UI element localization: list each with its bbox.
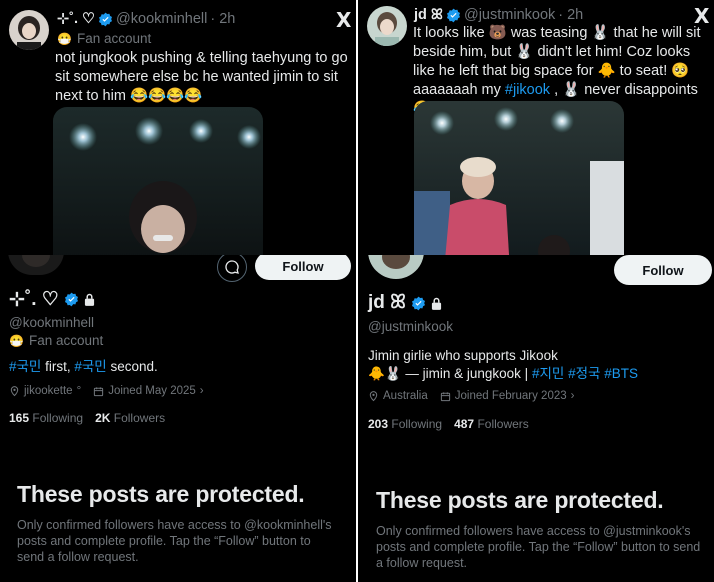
verified-badge-icon xyxy=(411,296,425,310)
hashtag-jikook[interactable]: #jikook xyxy=(505,82,550,98)
profile-bio-line1: Jimin girlie who supports Jikook xyxy=(368,348,558,363)
profile-meta: jikookette ° Joined May 2025 › xyxy=(9,385,204,397)
panel-divider xyxy=(356,0,358,582)
fan-account-label: 😷 Fan account xyxy=(9,333,104,348)
avatar[interactable] xyxy=(9,10,49,50)
location: Australia xyxy=(368,390,428,402)
tweet-header: jd ꕤ @justminkook · 2h xyxy=(414,7,583,23)
tweet-justminkook: jd ꕤ @justminkook · 2h X It looks like 🐻… xyxy=(358,0,714,255)
profile-justminkook: Follow jd ꕤ @justminkook Jimin girlie wh… xyxy=(358,255,714,582)
lock-icon xyxy=(431,297,442,310)
follow-stats: 165 Following 2K Followers xyxy=(9,411,165,425)
protected-body: Only confirmed followers have access to … xyxy=(17,518,332,564)
joined-date[interactable]: Joined February 2023 › xyxy=(440,390,575,402)
tweet-text: not jungkook pushing & telling taehyung … xyxy=(55,50,348,104)
timestamp[interactable]: · 2h xyxy=(558,7,583,23)
profile-bio: #국민 first, #국민 second. xyxy=(9,359,158,374)
verified-badge-icon xyxy=(446,8,460,22)
followers-count[interactable]: 2K Followers xyxy=(95,411,165,425)
handle[interactable]: @justminkook xyxy=(464,7,555,23)
profile-handle: @justminkook xyxy=(368,319,453,334)
tweet-header: ⊹˚. ♡ @kookminhell · 2h xyxy=(57,11,235,27)
following-count[interactable]: 203 Following xyxy=(368,417,442,431)
tweet-kookminhell: ⊹˚. ♡ @kookminhell · 2h X 😷 Fan account … xyxy=(0,0,356,255)
profile-name: ⊹˚. ♡ xyxy=(9,288,95,311)
calendar-icon xyxy=(440,391,450,401)
protected-heading: These posts are protected. xyxy=(376,487,664,513)
hashtag[interactable]: #국민 xyxy=(74,359,106,374)
chevron-right-icon: › xyxy=(199,385,204,397)
follow-stats: 203 Following 487 Followers xyxy=(368,417,529,431)
display-name[interactable]: ⊹˚. ♡ xyxy=(57,11,95,27)
display-name[interactable]: jd ꕤ xyxy=(414,7,443,23)
chevron-right-icon: › xyxy=(570,390,575,402)
profile-handle: @kookminhell xyxy=(9,315,94,330)
protected-body: Only confirmed followers have access to … xyxy=(376,524,701,570)
calendar-icon xyxy=(94,386,104,396)
message-bubble-icon xyxy=(225,260,239,274)
x-logo-icon: X xyxy=(336,8,352,32)
tweet-video[interactable] xyxy=(53,107,263,255)
profile-meta: Australia Joined February 2023 › xyxy=(368,390,574,402)
location-pin-icon xyxy=(10,386,19,397)
fan-account-label: 😷 Fan account xyxy=(57,31,152,46)
profile-avatar[interactable] xyxy=(8,255,64,275)
profile-name: jd ꕤ xyxy=(368,292,442,314)
hashtag[interactable]: #정국 xyxy=(568,366,600,381)
handle[interactable]: @kookminhell xyxy=(116,11,207,27)
avatar[interactable] xyxy=(367,6,407,46)
mask-icon: 😷 xyxy=(9,333,24,348)
profile-bio-line2: 🐥🐰 — jimin & jungkook | #지민 #정국 #BTS xyxy=(368,366,638,381)
verified-badge-icon xyxy=(99,12,113,26)
followers-count[interactable]: 487 Followers xyxy=(454,417,529,431)
follow-button[interactable]: Follow xyxy=(614,255,712,285)
profile-avatar[interactable] xyxy=(368,255,424,279)
timestamp[interactable]: · 2h xyxy=(210,11,235,27)
profile-kookminhell: Follow ⊹˚. ♡ @kookminhell 😷 Fan account … xyxy=(0,255,356,582)
tweet-video[interactable] xyxy=(414,101,624,255)
protected-heading: These posts are protected. xyxy=(17,481,305,507)
follow-button[interactable]: Follow xyxy=(255,255,351,280)
mask-icon: 😷 xyxy=(57,31,72,46)
verified-badge-icon xyxy=(64,292,78,307)
message-button[interactable] xyxy=(217,255,247,282)
lock-icon xyxy=(84,293,94,306)
joined-date[interactable]: Joined May 2025 › xyxy=(93,385,204,397)
following-count[interactable]: 165 Following xyxy=(9,411,83,425)
location-pin-icon xyxy=(369,391,378,402)
hashtag[interactable]: #지민 xyxy=(532,366,564,381)
hashtag[interactable]: #국민 xyxy=(9,359,41,374)
location: jikookette ° xyxy=(9,385,81,397)
hashtag[interactable]: #BTS xyxy=(604,366,638,381)
